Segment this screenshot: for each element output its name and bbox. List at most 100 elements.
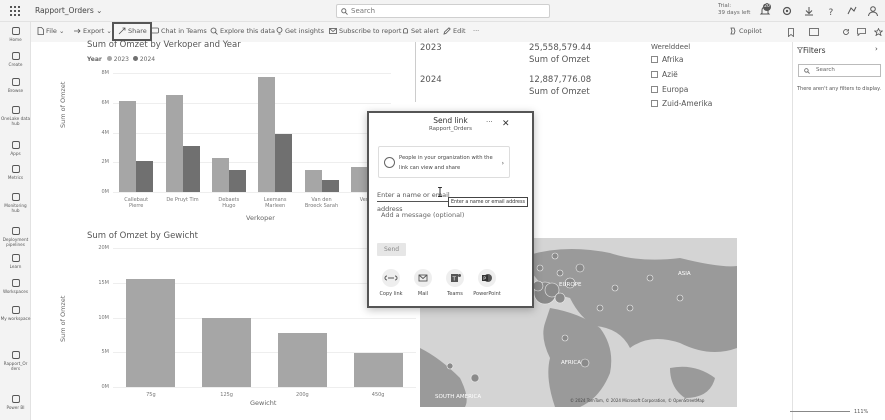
nav-item-2[interactable]: Browse <box>0 77 31 93</box>
slicer-item[interactable]: Zuid-Amerika <box>651 99 712 108</box>
svg-text:T: T <box>452 277 457 283</box>
chart2-ylabel-text: Sum of Omzet <box>59 295 67 342</box>
checkbox[interactable] <box>651 70 658 78</box>
set-alert-button[interactable]: Set alert <box>402 27 439 35</box>
account-icon[interactable] <box>867 5 879 17</box>
link-settings-button[interactable]: People in your organization with the lin… <box>378 146 510 178</box>
slicer-item-label: Europa <box>662 84 689 94</box>
copy-link-option[interactable]: Copy link <box>374 269 408 297</box>
bar-2023[interactable] <box>165 95 183 192</box>
gear-icon[interactable] <box>781 5 793 17</box>
feedback-icon[interactable] <box>846 5 858 17</box>
slicer-item[interactable]: Azië <box>651 70 678 79</box>
send-link-dialog: Send link Rapport_Orders ··· ✕ People in… <box>367 111 534 308</box>
zoom-level: 111% <box>854 409 869 415</box>
export-menu[interactable]: Export ⌄ <box>73 27 112 35</box>
legend-swatch-2024 <box>132 56 138 61</box>
dialog-more-icon[interactable]: ··· <box>486 118 493 126</box>
bar-2023[interactable] <box>119 101 137 192</box>
y-tick-label: 0M <box>101 189 110 195</box>
more-options-button[interactable]: ··· <box>473 27 479 35</box>
refresh-icon[interactable] <box>842 28 850 36</box>
copilot-button[interactable]: Copilot <box>729 27 762 35</box>
collapse-filters-icon[interactable]: › <box>875 45 878 53</box>
copilot-label: Copilot <box>739 27 762 35</box>
x-tick-label: 450g <box>371 392 385 398</box>
edit-button[interactable]: Edit <box>443 27 466 35</box>
powerbi-icon <box>11 394 21 404</box>
file-menu[interactable]: File ⌄ <box>37 27 64 35</box>
gridline <box>113 73 391 74</box>
download-icon[interactable] <box>803 5 815 17</box>
nav-item-0[interactable]: Home <box>0 26 31 42</box>
nav-item-label: Rapport_Or ders <box>3 361 28 371</box>
nav-item-9[interactable]: Workspaces <box>0 278 31 294</box>
x-tick-label: Callebaut Pierre <box>124 197 149 209</box>
bar-2023[interactable] <box>304 169 322 192</box>
y-tick-label: 0M <box>101 384 110 390</box>
nav-item-12[interactable]: Power BI <box>0 394 31 410</box>
comment-icon[interactable] <box>857 28 866 36</box>
nav-item-4[interactable]: Apps <box>0 140 31 156</box>
nav-item-1[interactable]: Create <box>0 51 31 67</box>
bar-2024[interactable] <box>136 160 154 192</box>
bar-2024[interactable] <box>228 169 246 192</box>
report-title-dropdown[interactable]: Rapport_Orders ⌄ <box>35 6 102 15</box>
message-placeholder: Add a message (optional) <box>381 211 465 219</box>
nav-item-11[interactable]: Rapport_Or ders <box>0 350 31 371</box>
message-input[interactable]: Add a message (optional) <box>381 211 464 219</box>
y-tick-label: 6M <box>101 99 110 106</box>
svg-text:?: ? <box>829 8 834 17</box>
view-icon[interactable] <box>809 28 819 36</box>
search-icon <box>341 8 348 15</box>
nav-item-7[interactable]: Deployment pipelines <box>0 226 31 247</box>
book-icon <box>11 253 21 263</box>
legend-title: Year <box>87 56 102 63</box>
bar-2024[interactable] <box>182 145 200 192</box>
bar[interactable] <box>277 333 327 387</box>
bar-2024[interactable] <box>275 133 293 192</box>
checkbox[interactable] <box>651 56 658 63</box>
gridline <box>113 387 416 388</box>
bar-2024[interactable] <box>321 180 339 192</box>
zoom-slider[interactable] <box>790 411 850 412</box>
app-launcher-icon[interactable] <box>10 6 20 16</box>
bar-2023[interactable] <box>350 166 368 192</box>
global-search-input[interactable]: Search <box>336 4 550 18</box>
bar-2023[interactable] <box>258 77 276 192</box>
filters-pane: Filters › Search There aren't any filter… <box>792 42 885 420</box>
nav-item-5[interactable]: Metrics <box>0 164 31 180</box>
nav-item-10[interactable]: My workspace <box>0 305 31 321</box>
slicer-item[interactable]: Afrika <box>651 55 683 64</box>
nav-item-8[interactable]: Learn <box>0 253 31 269</box>
nav-item-6[interactable]: Monitoring hub <box>0 192 31 213</box>
slicer-item[interactable]: Europa <box>651 85 688 94</box>
bar[interactable] <box>126 279 176 387</box>
search-placeholder: Search <box>351 7 376 15</box>
checkbox[interactable] <box>651 100 658 108</box>
mail-option[interactable]: Mail <box>406 269 440 297</box>
powerpoint-option[interactable]: P PowerPoint <box>470 269 504 297</box>
favorite-icon[interactable] <box>874 28 883 36</box>
help-icon[interactable]: ? <box>825 5 837 17</box>
close-icon[interactable]: ✕ <box>502 119 510 129</box>
chat-in-teams-button[interactable]: Chat in Teams <box>151 27 207 35</box>
kpi-2023-year: 2023 <box>420 43 442 53</box>
subscribe-button[interactable]: Subscribe to report <box>329 27 401 35</box>
explore-data-button[interactable]: Explore this data <box>210 27 275 35</box>
get-insights-button[interactable]: Get insights <box>276 27 324 35</box>
filters-search-input[interactable]: Search <box>798 64 881 77</box>
text-cursor-icon <box>438 187 442 197</box>
nav-item-3[interactable]: OneLake data hub <box>0 105 31 126</box>
bar[interactable] <box>353 352 403 387</box>
teams-option[interactable]: T Teams <box>438 269 472 297</box>
bar[interactable] <box>202 317 252 387</box>
checkbox[interactable] <box>651 85 658 93</box>
bookmark-icon[interactable] <box>787 28 795 37</box>
zoom-control[interactable]: 111% <box>790 409 868 415</box>
y-tick-label: 5M <box>101 349 110 356</box>
nav-item-label: Create <box>8 62 23 67</box>
recipient-tooltip: Enter a name or email address <box>448 197 528 207</box>
send-button[interactable]: Send <box>377 243 406 256</box>
bar-2023[interactable] <box>211 157 229 192</box>
